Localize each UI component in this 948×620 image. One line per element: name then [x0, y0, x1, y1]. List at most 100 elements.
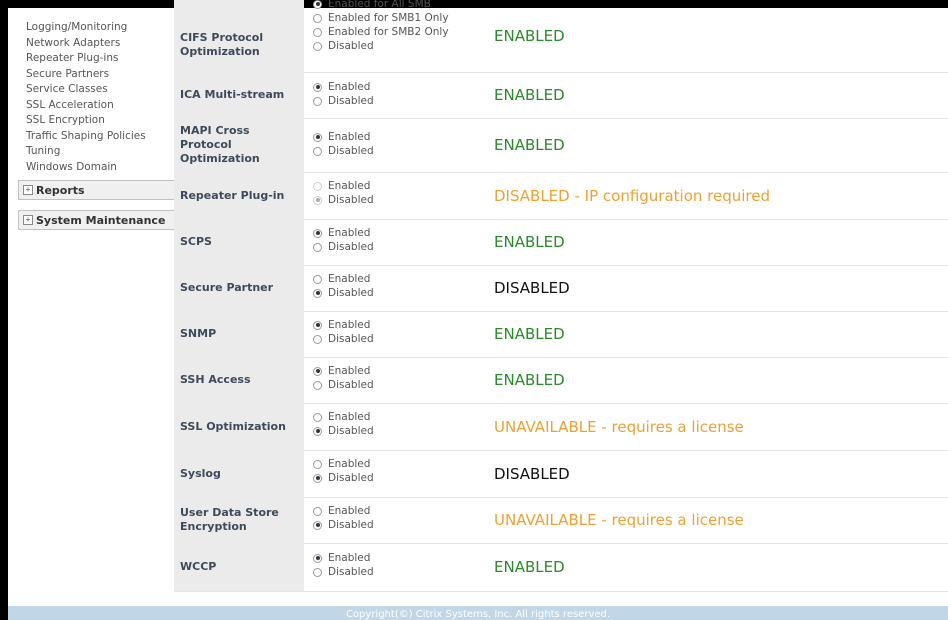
sidebar-link[interactable]: SSL Encryption — [26, 113, 146, 129]
sidebar-link[interactable]: Windows Domain — [26, 160, 146, 176]
sidebar-section-system-maintenance[interactable]: + System Maintenance — [18, 210, 176, 230]
radio-label: Disabled — [328, 241, 374, 253]
status-text: ENABLED — [494, 233, 565, 251]
radio-label: Disabled — [328, 145, 374, 157]
radio-option[interactable]: Disabled — [313, 144, 374, 158]
radio-button[interactable] — [313, 412, 322, 422]
radio-option[interactable]: Disabled — [313, 378, 374, 392]
feature-row: CIFS Protocol Optimization Enabled for Al… — [174, 0, 948, 73]
radio-button[interactable] — [313, 228, 322, 238]
radio-label: Disabled — [328, 566, 374, 578]
radio-option[interactable]: Enabled — [313, 504, 374, 518]
radio-option[interactable]: Disabled — [313, 518, 374, 532]
radio-button[interactable] — [313, 459, 322, 469]
radio-option[interactable]: Disabled — [313, 240, 374, 254]
radio-option[interactable]: Enabled for SMB1 Only — [313, 11, 449, 25]
radio-button[interactable] — [313, 288, 322, 298]
radio-button[interactable] — [313, 553, 322, 563]
radio-button[interactable] — [313, 195, 322, 205]
radio-button[interactable] — [313, 334, 322, 344]
footer: Copyright(©) Citrix Systems, Inc. All ri… — [8, 606, 948, 620]
feature-name: SCPS — [174, 219, 304, 265]
radio-option[interactable]: Enabled for All SMB — [313, 0, 449, 11]
radio-option[interactable]: Disabled — [313, 471, 374, 485]
status-text: ENABLED — [494, 325, 565, 343]
status-text: ENABLED — [494, 86, 565, 104]
feature-row: ICA Multi-stream Enabled Disabled ENABLED — [174, 72, 948, 119]
radio-button[interactable] — [313, 146, 322, 156]
radio-option[interactable]: Disabled — [313, 424, 374, 438]
status-text: DISABLED — [494, 464, 570, 483]
status-text: ENABLED — [494, 26, 565, 45]
radio-button[interactable] — [313, 520, 322, 530]
radio-option[interactable]: Disabled — [313, 193, 374, 207]
radio-option[interactable]: Enabled — [313, 364, 374, 378]
radio-button[interactable] — [313, 96, 322, 106]
sidebar-link[interactable]: Logging/Monitoring — [26, 20, 146, 36]
radio-option[interactable]: Disabled — [313, 94, 374, 108]
radio-button[interactable] — [313, 82, 322, 92]
radio-button[interactable] — [313, 567, 322, 577]
feature-name: Secure Partner — [174, 265, 304, 311]
radio-button[interactable] — [313, 132, 322, 142]
radio-option[interactable]: Enabled — [313, 130, 374, 144]
feature-options: Enabled Disabled — [313, 318, 374, 346]
radio-button[interactable] — [313, 13, 322, 23]
radio-button[interactable] — [313, 366, 322, 376]
radio-label: Disabled — [328, 287, 374, 299]
radio-option[interactable]: Disabled — [313, 565, 374, 579]
feature-name: Syslog — [174, 450, 304, 497]
radio-option[interactable]: Enabled — [313, 80, 374, 94]
feature-row: SSL Optimization Enabled Disabled UNAVAILAB… — [174, 403, 948, 451]
radio-button[interactable] — [313, 506, 322, 516]
radio-option[interactable]: Enabled — [313, 179, 374, 193]
sidebar-link[interactable]: SSL Acceleration — [26, 98, 146, 114]
radio-label: Enabled — [328, 180, 371, 192]
radio-option[interactable]: Enabled — [313, 318, 374, 332]
radio-option[interactable]: Disabled — [313, 39, 449, 53]
radio-button[interactable] — [313, 426, 322, 436]
sidebar-link[interactable]: Tuning — [26, 144, 146, 160]
radio-label: Enabled — [328, 411, 371, 423]
feature-row: SNMP Enabled Disabled ENABLED — [174, 311, 948, 358]
radio-option[interactable]: Enabled — [313, 226, 374, 240]
feature-row: User Data Store Encryption Enabled Disable… — [174, 497, 948, 544]
feature-options: Enabled Disabled — [313, 457, 374, 485]
radio-label: Disabled — [328, 425, 374, 437]
radio-button[interactable] — [313, 181, 322, 191]
radio-button[interactable] — [313, 473, 322, 483]
sidebar-section-reports[interactable]: + Reports — [18, 180, 176, 200]
radio-option[interactable]: Enabled — [313, 410, 374, 424]
radio-option[interactable]: Enabled — [313, 457, 374, 471]
radio-option[interactable]: Enabled — [313, 272, 374, 286]
sidebar-link[interactable]: Traffic Shaping Policies — [26, 129, 146, 145]
expand-plus-icon[interactable]: + — [23, 215, 33, 225]
expand-plus-icon[interactable]: + — [23, 185, 33, 195]
sidebar-link[interactable]: Secure Partners — [26, 67, 146, 83]
feature-row: Repeater Plug-in Enabled Disabled DISABLED … — [174, 172, 948, 220]
radio-button[interactable] — [313, 242, 322, 252]
radio-button[interactable] — [313, 27, 322, 37]
radio-label: Enabled for SMB2 Only — [328, 26, 449, 38]
radio-option[interactable]: Enabled for SMB2 Only — [313, 25, 449, 39]
radio-button[interactable] — [313, 274, 322, 284]
copyright-text: Copyright(©) Citrix Systems, Inc. All ri… — [345, 609, 611, 620]
feature-name: MAPI Cross Protocol Optimization — [174, 118, 304, 172]
radio-option[interactable]: Disabled — [313, 332, 374, 346]
radio-option[interactable]: Enabled — [313, 551, 374, 565]
radio-button[interactable] — [313, 0, 322, 9]
feature-options: Enabled for All SMB Enabled for SMB1 Only… — [313, 0, 449, 53]
status-text: UNAVAILABLE - requires a license — [494, 417, 744, 436]
radio-label: Disabled — [328, 472, 374, 484]
radio-button[interactable] — [313, 41, 322, 51]
radio-option[interactable]: Disabled — [313, 286, 374, 300]
sidebar-link[interactable]: Service Classes — [26, 82, 146, 98]
sidebar-link[interactable]: Network Adapters — [26, 36, 146, 52]
radio-label: Disabled — [328, 379, 374, 391]
sidebar: Logging/Monitoring Network Adapters Repeat… — [8, 8, 176, 608]
radio-button[interactable] — [313, 320, 322, 330]
feature-options: Enabled Disabled — [313, 130, 374, 158]
feature-name: SNMP — [174, 311, 304, 357]
sidebar-link[interactable]: Repeater Plug-ins — [26, 51, 146, 67]
radio-button[interactable] — [313, 380, 322, 390]
